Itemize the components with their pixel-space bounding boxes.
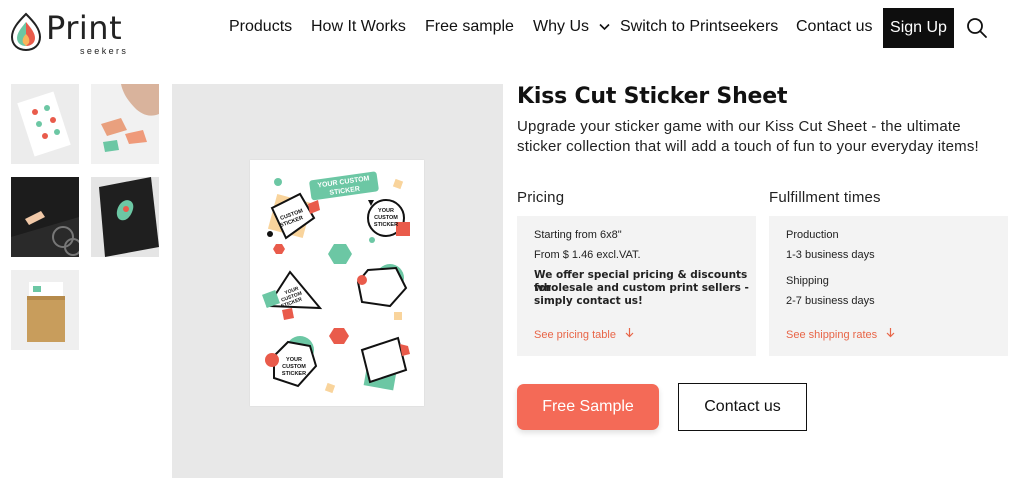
printseekers-logo[interactable]: Print seekers: [10, 8, 130, 56]
pricing-heading: Pricing: [517, 189, 565, 206]
product-description: Upgrade your sticker game with our Kiss …: [517, 118, 979, 155]
contact-us-button[interactable]: Contact us: [678, 383, 807, 431]
sticker-sheet-photo: [11, 84, 79, 164]
production-value: 1-3 business days: [786, 249, 875, 261]
svg-text:STICKER: STICKER: [282, 371, 306, 377]
svg-text:CUSTOM: CUSTOM: [374, 215, 398, 221]
logo-wordmark: Print: [46, 9, 123, 47]
thumbnail-envelope[interactable]: [11, 270, 79, 350]
svg-text:YOUR: YOUR: [286, 357, 302, 363]
logo-mark-icon: [10, 12, 42, 52]
thumbnail-notebook[interactable]: [91, 177, 159, 257]
shipping-value: 2-7 business days: [786, 295, 875, 307]
nav-free-sample[interactable]: Free sample: [425, 18, 514, 40]
laptop-photo: [11, 177, 79, 257]
product-main-image: YOUR CUSTOM STICKER CUSTOM STICKER YOUR …: [172, 84, 503, 478]
svg-text:STICKER: STICKER: [374, 222, 398, 228]
svg-text:CUSTOM: CUSTOM: [282, 364, 306, 370]
thumbnail-laptop[interactable]: [11, 177, 79, 257]
see-pricing-table-label: See pricing table: [534, 329, 616, 341]
site-header: Print seekers Products How It Works Free…: [0, 0, 1024, 62]
production-label: Production: [786, 229, 839, 241]
thumbnail-sticker-sheet[interactable]: [11, 84, 79, 164]
sticker-sheet: YOUR CUSTOM STICKER CUSTOM STICKER YOUR …: [250, 160, 424, 406]
fulfillment-heading: Fulfillment times: [769, 189, 881, 206]
nav-how-it-works[interactable]: How It Works: [311, 18, 406, 40]
nav-contact-us[interactable]: Contact us: [796, 18, 872, 40]
pricing-starting: Starting from 6x8": [534, 229, 622, 241]
notebook-photo: [91, 177, 159, 257]
nav-why-us-label: Why Us: [533, 18, 589, 35]
sticker-sheet-artwork: YOUR CUSTOM STICKER CUSTOM STICKER YOUR …: [262, 171, 410, 394]
product-title: Kiss Cut Sticker Sheet: [517, 84, 788, 109]
svg-text:YOUR: YOUR: [378, 208, 394, 214]
logo-tagline: seekers: [80, 46, 129, 56]
nav-why-us[interactable]: Why Us: [533, 18, 611, 40]
pricing-panel: Starting from 6x8" From $ 1.46 excl.VAT.…: [517, 216, 756, 356]
thumbnail-hand-peeling[interactable]: [91, 84, 159, 164]
nav-products[interactable]: Products: [229, 18, 292, 40]
search-icon[interactable]: [965, 16, 989, 40]
pricing-price: From $ 1.46 excl.VAT.: [534, 249, 641, 261]
arrow-down-icon: [886, 328, 895, 338]
see-shipping-rates-link[interactable]: See shipping rates: [786, 327, 895, 341]
see-pricing-table-link[interactable]: See pricing table: [534, 327, 634, 341]
shipping-label: Shipping: [786, 275, 829, 287]
pricing-special-line-3: simply contact us!: [534, 295, 643, 307]
arrow-down-icon: [625, 328, 634, 338]
sign-up-button[interactable]: Sign Up: [883, 8, 954, 48]
kraft-envelope-photo: [11, 270, 79, 350]
chevron-down-icon: [599, 23, 611, 30]
pricing-special-line-2: wholesale and custom print sellers -: [534, 282, 749, 294]
fulfillment-panel: Production 1-3 business days Shipping 2-…: [769, 216, 1008, 356]
hand-peeling-photo: [91, 84, 159, 164]
free-sample-button[interactable]: Free Sample: [517, 384, 659, 430]
see-shipping-rates-label: See shipping rates: [786, 329, 878, 341]
nav-switch-to-printseekers[interactable]: Switch to Printseekers: [620, 18, 778, 40]
